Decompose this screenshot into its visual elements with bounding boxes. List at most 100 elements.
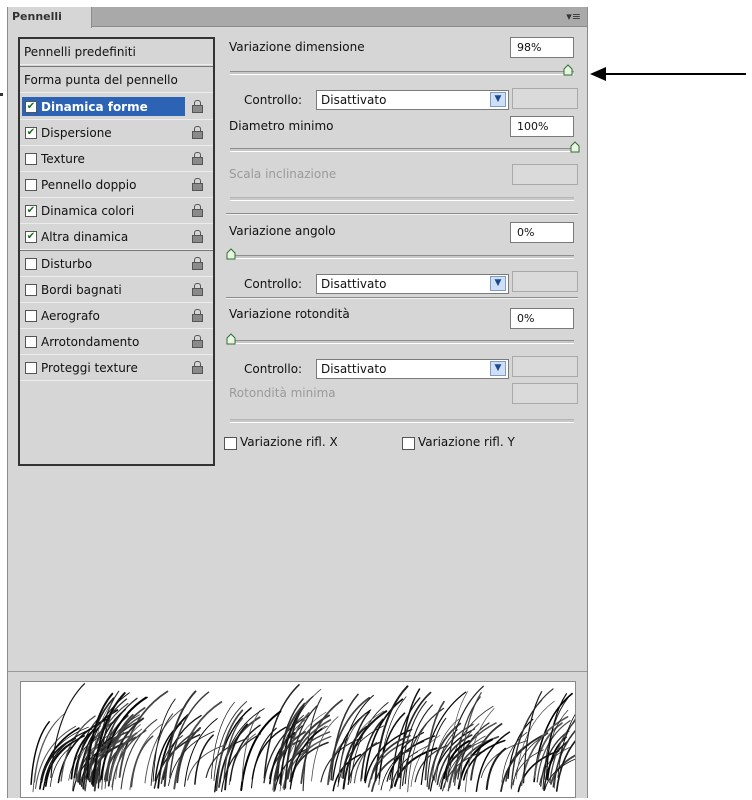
sidebar-item-label: Proteggi texture (41, 361, 138, 375)
lock-icon[interactable] (192, 100, 204, 113)
size-control-extra (512, 88, 578, 109)
lock-icon[interactable] (192, 361, 204, 374)
size-jitter-label: Variazione dimensione (229, 40, 365, 54)
sidebar-checkbox[interactable]: ✔ (25, 127, 37, 139)
sidebar-item-dispersione[interactable]: ✔ Dispersione (20, 120, 213, 146)
sidebar-separator (20, 66, 213, 67)
lock-icon[interactable] (192, 230, 204, 243)
size-control-select[interactable]: Disattivato ▼ (316, 90, 509, 110)
flip-x-label: Variazione rifl. X (240, 435, 338, 449)
min-diameter-slider-thumb[interactable] (570, 141, 580, 153)
size-control-value: Disattivato (321, 93, 387, 107)
sidebar-checkbox[interactable]: ✔ (25, 205, 37, 217)
sidebar-item-texture[interactable]: Texture (20, 146, 213, 172)
section-divider (226, 297, 578, 299)
sidebar-item-label: Arrotondamento (41, 335, 140, 349)
angle-jitter-slider-track[interactable] (230, 255, 574, 259)
angle-control-extra (512, 271, 578, 292)
lock-icon[interactable] (192, 257, 204, 270)
sidebar-item-pennello-doppio[interactable]: Pennello doppio (20, 172, 213, 198)
annotation-arrow-icon (590, 67, 746, 81)
sidebar-item-label: Disturbo (41, 257, 93, 271)
brushes-panel: Pennelli ▾≡ Pennelli predefiniti Forma pu… (7, 7, 596, 798)
sidebar-item-pennelli-predefiniti[interactable]: Pennelli predefiniti (20, 39, 213, 65)
chevron-down-icon: ▼ (490, 361, 506, 376)
sidebar-checkbox[interactable]: ✔ (25, 101, 37, 113)
sidebar-checkbox[interactable] (25, 153, 37, 165)
lock-icon[interactable] (192, 126, 204, 139)
sidebar-separator (20, 250, 213, 251)
sidebar-item-label: Dispersione (41, 126, 112, 140)
roundness-control-value: Disattivato (321, 362, 387, 376)
lock-icon[interactable] (192, 152, 204, 165)
panel-menu-icon[interactable]: ▾≡ (566, 10, 581, 23)
min-diameter-slider-track[interactable] (230, 148, 574, 152)
sidebar-checkbox[interactable]: ✔ (25, 231, 37, 243)
roundness-jitter-label: Variazione rotondità (229, 307, 350, 321)
sidebar-item-label: Pennelli predefiniti (24, 45, 136, 59)
min-roundness-value (512, 383, 578, 404)
panel-titlebar: Pennelli ▾≡ (8, 7, 587, 28)
sidebar-item-label: Texture (41, 152, 85, 166)
sidebar-item-dinamica-forme[interactable]: ✔ Dinamica forme (20, 94, 213, 120)
sidebar-item-label: Aerografo (41, 309, 100, 323)
size-jitter-slider-track[interactable] (230, 71, 574, 75)
sidebar-item-altra-dinamica[interactable]: ✔ Altra dinamica (20, 224, 213, 250)
angle-control-select[interactable]: Disattivato ▼ (316, 274, 509, 294)
lock-icon[interactable] (192, 178, 204, 191)
angle-jitter-label: Variazione angolo (229, 224, 336, 238)
sidebar-item-dinamica-colori[interactable]: ✔ Dinamica colori (20, 198, 213, 224)
flip-y-checkbox[interactable] (402, 437, 415, 450)
angle-control-label: Controllo: (244, 277, 303, 291)
sidebar-checkbox[interactable] (25, 284, 37, 296)
edge-mark (0, 93, 3, 96)
roundness-control-select[interactable]: Disattivato ▼ (316, 359, 509, 379)
panel-tab-brushes[interactable]: Pennelli (8, 7, 92, 28)
sidebar-item-disturbo[interactable]: Disturbo (20, 251, 213, 277)
size-control-label: Controllo: (244, 93, 303, 107)
sidebar-item-bordi-bagnati[interactable]: Bordi bagnati (20, 277, 213, 303)
sidebar-checkbox[interactable] (25, 362, 37, 374)
flip-x-checkbox[interactable] (224, 437, 237, 450)
chevron-down-icon: ▼ (490, 92, 506, 107)
sidebar-checkbox[interactable] (25, 336, 37, 348)
lock-icon[interactable] (192, 283, 204, 296)
roundness-control-label: Controllo: (244, 362, 303, 376)
tilt-scale-slider-track (230, 197, 574, 201)
sidebar-item-forma-punta-del-pennello[interactable]: Forma punta del pennello (20, 67, 213, 93)
section-divider (226, 213, 578, 215)
sidebar-checkbox[interactable] (25, 258, 37, 270)
sidebar-item-proteggi-texture[interactable]: Proteggi texture (20, 355, 213, 381)
roundness-jitter-slider-thumb[interactable] (226, 333, 236, 345)
lock-icon[interactable] (192, 309, 204, 322)
brush-stroke-preview (20, 681, 596, 798)
brush-stroke-image (30, 683, 596, 793)
chevron-down-icon: ▼ (490, 276, 506, 291)
sidebar-checkbox[interactable] (25, 179, 37, 191)
angle-jitter-value[interactable]: 0% (510, 222, 574, 243)
angle-jitter-slider-thumb[interactable] (226, 248, 236, 260)
min-roundness-slider-track (230, 419, 574, 423)
lock-icon[interactable] (192, 335, 204, 348)
sidebar-checkbox[interactable] (25, 310, 37, 322)
sidebar-item-arrotondamento[interactable]: Arrotondamento (20, 329, 213, 355)
brush-settings-list: Pennelli predefiniti Forma punta del penn… (18, 37, 215, 466)
tilt-scale-label: Scala inclinazione (229, 167, 337, 181)
sidebar-item-label: Dinamica colori (41, 204, 135, 218)
roundness-control-extra (512, 356, 578, 377)
sidebar-item-label: Bordi bagnati (41, 283, 122, 297)
min-roundness-label: Rotondità minima (229, 386, 336, 400)
angle-control-value: Disattivato (321, 277, 387, 291)
roundness-jitter-slider-track[interactable] (230, 340, 574, 344)
lock-icon[interactable] (192, 204, 204, 217)
size-jitter-value[interactable]: 98% (510, 37, 574, 58)
size-jitter-slider-thumb[interactable] (563, 64, 573, 76)
tilt-scale-value (512, 164, 578, 185)
sidebar-item-label: Pennello doppio (41, 178, 137, 192)
min-diameter-value[interactable]: 100% (510, 116, 574, 137)
roundness-jitter-value[interactable]: 0% (510, 308, 574, 329)
sidebar-item-label: Altra dinamica (41, 230, 129, 244)
sidebar-item-aerografo[interactable]: Aerografo (20, 303, 213, 329)
sidebar-item-label: Forma punta del pennello (24, 73, 178, 87)
sidebar-item-label: Dinamica forme (41, 100, 148, 114)
